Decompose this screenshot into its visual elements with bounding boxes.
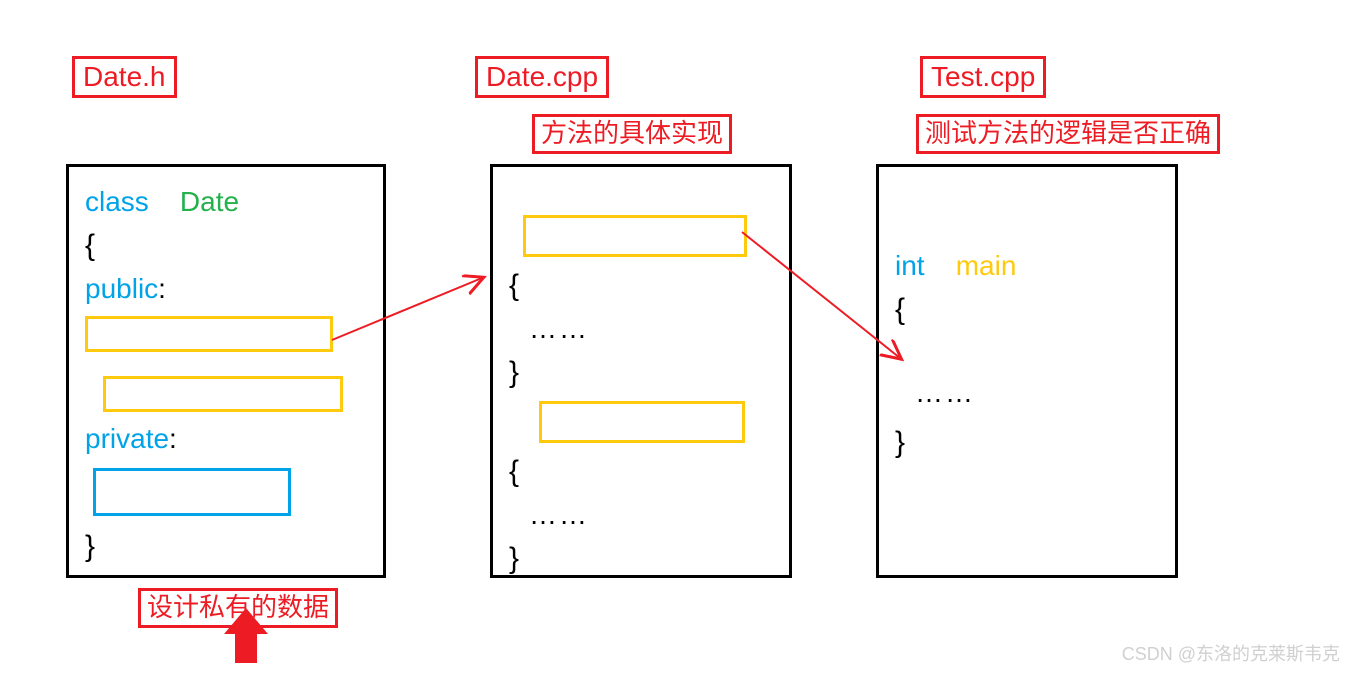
diagram-canvas: Date.h Date.cpp Test.cpp 方法的声明 方法的具体实现 测…: [0, 0, 1352, 674]
keyword-private: private: [85, 423, 169, 454]
keyword-int: int: [895, 250, 925, 281]
method-impl-box: [539, 401, 745, 443]
watermark: CSDN @东洛的克莱斯韦克: [1122, 640, 1340, 666]
close-brace: }: [509, 536, 773, 581]
panel-test: int main { …… }: [876, 164, 1178, 578]
method-impl-box: [523, 215, 747, 257]
open-brace: {: [895, 287, 1159, 332]
ellipsis: ……: [529, 494, 773, 536]
private-data-box: [93, 468, 291, 516]
keyword-public: public: [85, 273, 158, 304]
open-brace: {: [509, 263, 773, 308]
method-decl-box: [85, 316, 333, 352]
ellipsis: ……: [915, 372, 1159, 414]
keyword-main: main: [956, 250, 1017, 281]
annotation-test-logic: 测试方法的逻辑是否正确: [916, 114, 1220, 154]
ellipsis: ……: [529, 308, 773, 350]
colon: :: [158, 273, 166, 304]
close-brace: }: [85, 524, 367, 569]
panel-impl: { …… } { …… }: [490, 164, 792, 578]
arrow-up-icon: [224, 608, 268, 634]
class-name: Date: [180, 186, 239, 217]
open-brace: {: [509, 449, 773, 494]
close-brace: }: [895, 420, 1159, 465]
panel-header: class Date { public: private: }: [66, 164, 386, 578]
keyword-class: class: [85, 186, 149, 217]
method-decl-box: [103, 376, 343, 412]
code-line: int main: [895, 245, 1159, 287]
code-line: class Date: [85, 181, 367, 223]
file-label-test: Test.cpp: [920, 56, 1046, 98]
close-brace: }: [509, 350, 773, 395]
colon: :: [169, 423, 177, 454]
code-line: public:: [85, 268, 367, 310]
code-line: private:: [85, 418, 367, 460]
file-label-header: Date.h: [72, 56, 177, 98]
annotation-impl: 方法的具体实现: [532, 114, 732, 154]
open-brace: {: [85, 223, 367, 268]
file-label-impl: Date.cpp: [475, 56, 609, 98]
